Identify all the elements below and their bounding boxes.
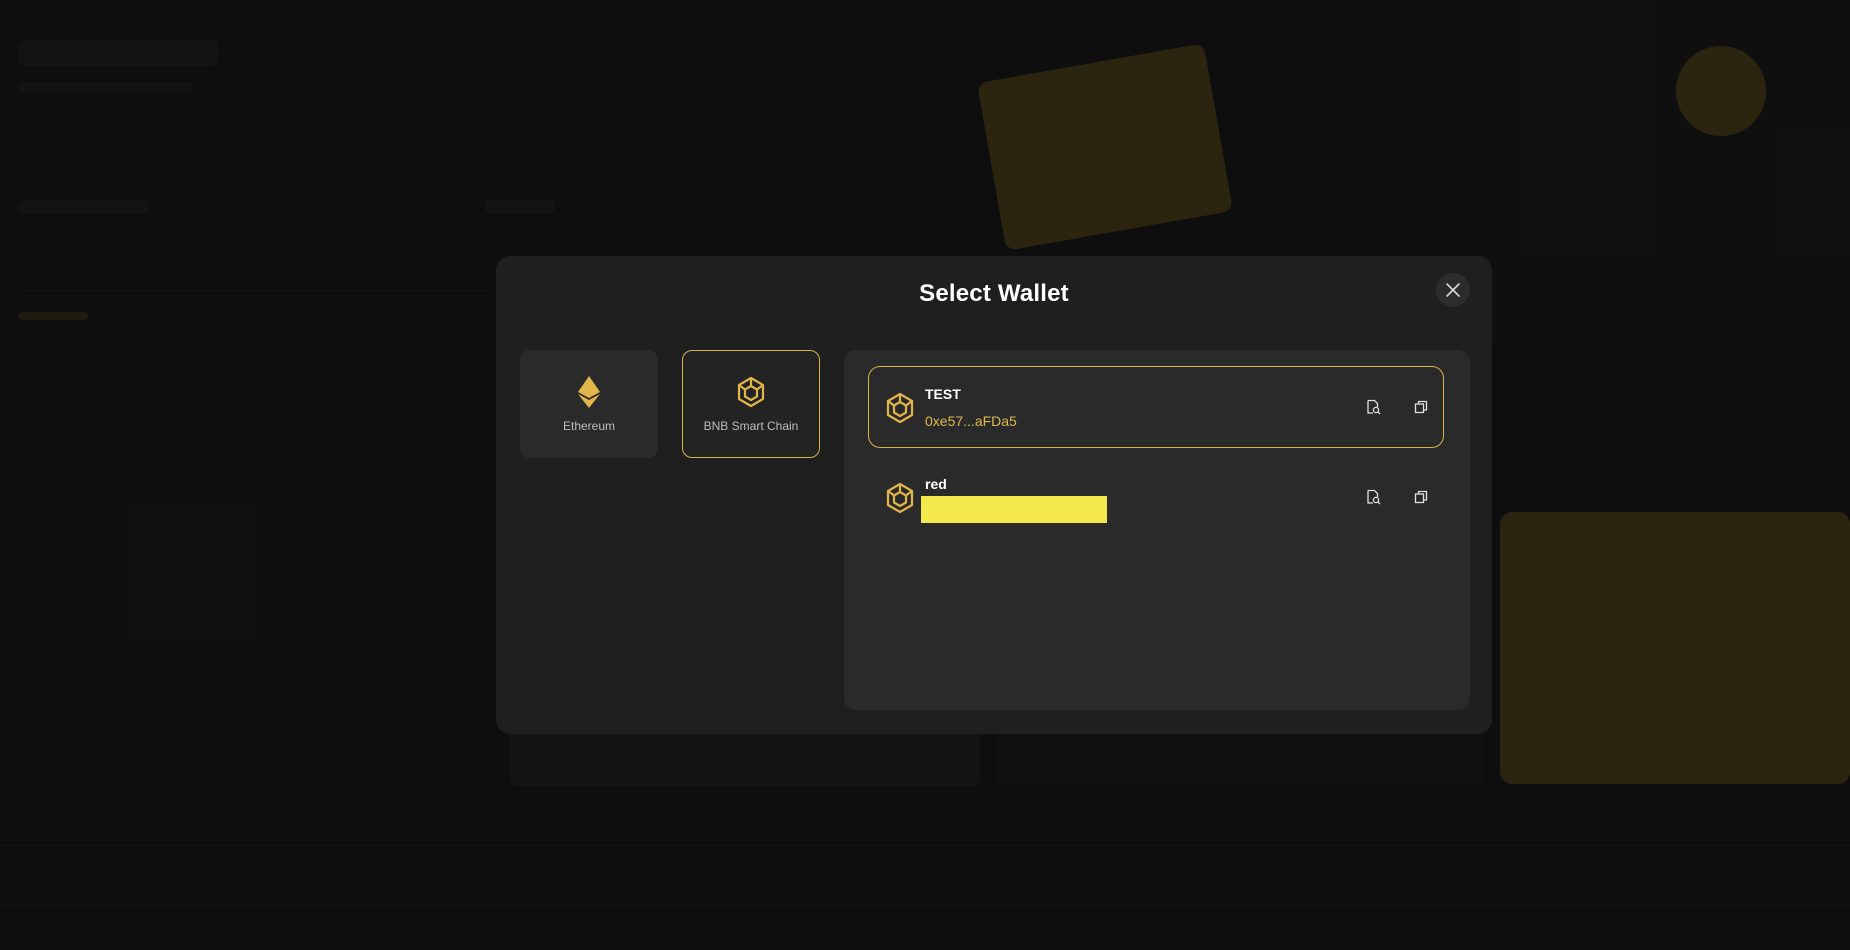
wallet-name: red	[925, 476, 947, 492]
modal-title: Select Wallet	[919, 280, 1069, 307]
wallet-item[interactable]: red	[868, 456, 1444, 538]
copy-icon	[1414, 400, 1428, 414]
wallet-list-panel: TEST 0xe57...aFDa5 red	[844, 350, 1470, 710]
view-on-explorer-button[interactable]	[1363, 397, 1383, 417]
chain-label: Ethereum	[562, 419, 616, 433]
close-icon	[1446, 283, 1460, 297]
copy-address-button[interactable]	[1411, 487, 1431, 507]
redacted-address	[921, 496, 1107, 523]
view-on-explorer-button[interactable]	[1363, 487, 1383, 507]
bnb-icon	[886, 482, 914, 514]
copy-icon	[1414, 490, 1428, 504]
document-search-icon	[1367, 489, 1381, 505]
chain-label: BNB Smart Chain	[703, 419, 799, 433]
chain-option-bnb[interactable]: BNB Smart Chain	[682, 350, 820, 458]
ethereum-icon	[578, 375, 600, 409]
chain-option-ethereum[interactable]: Ethereum	[520, 350, 658, 458]
bnb-icon	[736, 375, 766, 409]
copy-address-button[interactable]	[1411, 397, 1431, 417]
document-search-icon	[1367, 399, 1381, 415]
wallet-address: 0xe57...aFDa5	[925, 413, 1017, 429]
select-wallet-modal: Select Wallet Ethereum BNB Smart Chain T…	[496, 256, 1492, 734]
bnb-icon	[886, 392, 914, 424]
wallet-name: TEST	[925, 386, 961, 402]
close-button[interactable]	[1436, 273, 1470, 307]
wallet-item[interactable]: TEST 0xe57...aFDa5	[868, 366, 1444, 448]
